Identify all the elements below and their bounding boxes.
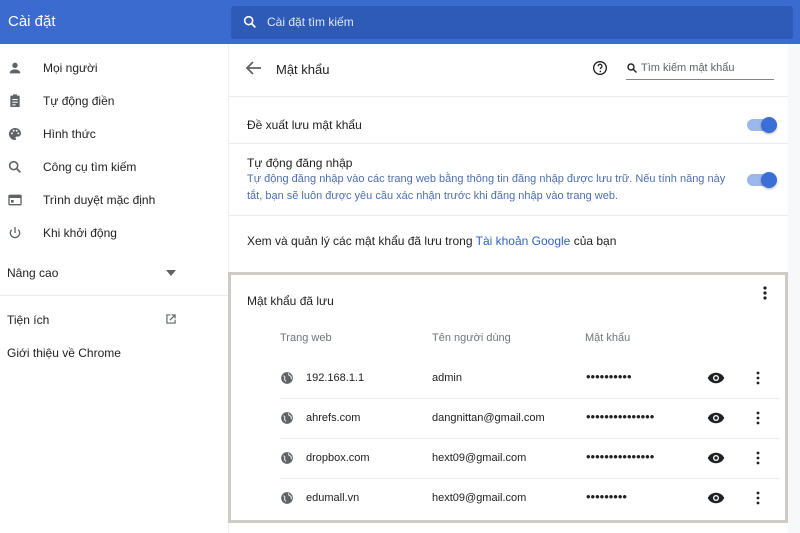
username: dangnittan@gmail.com (432, 412, 545, 424)
sidebar-item-label: Mọi người (43, 61, 98, 75)
app-title: Cài đặt (8, 13, 56, 30)
site-name: edumall.vn (306, 492, 360, 504)
eye-icon[interactable] (707, 412, 725, 424)
more-vert-icon[interactable] (755, 451, 761, 465)
help-icon[interactable] (592, 60, 608, 76)
sidebar-about-chrome[interactable]: Giới thiệu về Chrome (7, 346, 121, 360)
manage-suffix: của bạn (573, 234, 617, 248)
auto-signin-label: Tự động đăng nhập (247, 156, 353, 170)
globe-icon (281, 452, 293, 464)
saved-passwords-title: Mật khẩu đã lưu (247, 294, 334, 308)
auto-signin-description: Tự động đăng nhập vào các trang web bằng… (247, 173, 726, 202)
chevron-down-icon[interactable] (166, 270, 176, 276)
sidebar-item-label: Trình duyệt mặc định (43, 193, 156, 207)
sidebar-item-label: Công cụ tìm kiếm (43, 160, 137, 174)
search-icon (8, 160, 21, 173)
password-mask: ••••••••• (586, 489, 627, 504)
manage-passwords-text: Xem và quản lý các mật khẩu đã lưu trong… (247, 234, 616, 248)
browser-icon (8, 194, 22, 206)
settings-search-box[interactable] (231, 6, 793, 39)
eye-icon[interactable] (707, 372, 725, 384)
password-row: edumall.vn hext09@gmail.com ••••••••• (229, 479, 785, 519)
toggle-knob (761, 117, 777, 133)
offer-to-save-label: Đề xuất lưu mật khẩu (247, 118, 362, 132)
password-mask: ••••••••••••••• (586, 449, 655, 464)
eye-icon[interactable] (707, 492, 725, 504)
clipboard-icon (10, 94, 20, 107)
sidebar-item-people[interactable]: Mọi người (0, 53, 228, 83)
settings-search-input[interactable] (267, 12, 767, 32)
sidebar: Mọi người Tự động điền Hình thức Công cụ… (0, 44, 228, 533)
top-bar: Cài đặt (0, 0, 800, 44)
column-header-site: Trang web (280, 332, 332, 344)
page-background (788, 44, 800, 533)
search-icon (627, 63, 638, 74)
password-row: ahrefs.com dangnittan@gmail.com ••••••••… (229, 399, 785, 439)
back-arrow-icon[interactable] (246, 61, 262, 75)
sidebar-extensions[interactable]: Tiện ích (7, 313, 49, 327)
site-name: 192.168.1.1 (306, 372, 365, 384)
more-vert-icon[interactable] (755, 411, 761, 425)
site-name: dropbox.com (306, 452, 370, 464)
sidebar-item-default-browser[interactable]: Trình duyệt mặc định (0, 185, 228, 215)
site-name: ahrefs.com (306, 412, 361, 424)
password-mask: ••••••••••••••• (586, 409, 655, 424)
header-divider (229, 96, 788, 97)
eye-icon[interactable] (707, 452, 725, 464)
power-icon (9, 227, 21, 239)
row-divider (229, 143, 788, 144)
search-icon (243, 15, 256, 28)
password-search-input[interactable] (641, 60, 771, 76)
offer-to-save-toggle[interactable] (747, 117, 777, 133)
open-in-new-icon[interactable] (164, 312, 178, 326)
sidebar-item-appearance[interactable]: Hình thức (0, 119, 228, 149)
globe-icon (281, 492, 293, 504)
username: hext09@gmail.com (432, 452, 527, 464)
palette-icon (9, 128, 21, 140)
more-vert-icon[interactable] (760, 286, 770, 300)
column-header-username: Tên người dùng (432, 332, 511, 344)
globe-icon (281, 372, 293, 384)
column-header-password: Mật khẩu (585, 332, 631, 344)
sidebar-item-label: Khi khởi động (43, 226, 117, 240)
username: hext09@gmail.com (432, 492, 527, 504)
sidebar-item-autofill[interactable]: Tự động điền (0, 86, 228, 116)
password-row: 192.168.1.1 admin •••••••••• (229, 359, 785, 399)
more-vert-icon[interactable] (755, 371, 761, 385)
sidebar-item-search-engine[interactable]: Công cụ tìm kiếm (0, 152, 228, 182)
sidebar-divider (0, 295, 228, 296)
globe-icon (281, 412, 293, 424)
sidebar-item-label: Tự động điền (43, 94, 115, 108)
person-icon (9, 62, 21, 74)
auto-signin-toggle[interactable] (747, 172, 777, 188)
password-search-field[interactable] (626, 59, 774, 80)
sidebar-item-label: Hình thức (43, 127, 96, 141)
password-mask: •••••••••• (586, 369, 632, 384)
sidebar-item-on-startup[interactable]: Khi khởi động (0, 218, 228, 248)
sidebar-advanced[interactable]: Nâng cao (7, 266, 58, 280)
row-divider (229, 215, 788, 216)
google-account-link[interactable]: Tài khoản Google (476, 234, 571, 248)
password-row: dropbox.com hext09@gmail.com •••••••••••… (229, 439, 785, 479)
username: admin (432, 372, 462, 384)
toggle-knob (761, 172, 777, 188)
page-title: Mật khẩu (276, 62, 330, 77)
manage-text: Xem và quản lý các mật khẩu đã lưu trong (247, 234, 473, 248)
more-vert-icon[interactable] (755, 491, 761, 505)
